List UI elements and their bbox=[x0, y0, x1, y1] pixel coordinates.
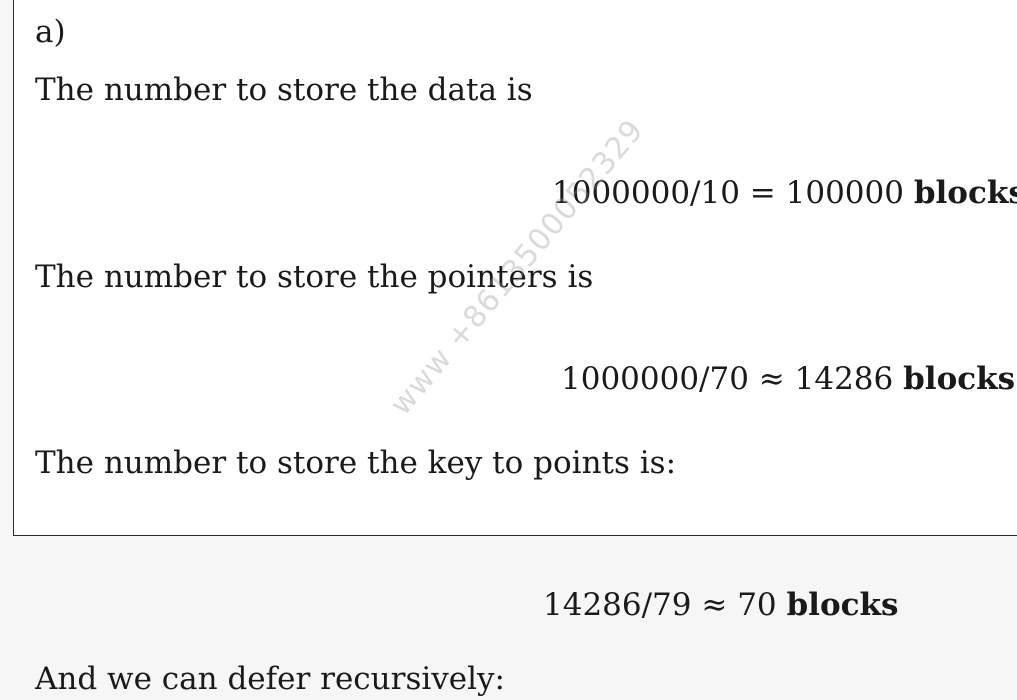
equation-pointers: 1000000/70 ≈ 14286 blocks bbox=[561, 361, 1015, 397]
text-line-recursive: And we can defer recursively: bbox=[35, 661, 505, 697]
document-page: a) The number to store the data is 10000… bbox=[0, 0, 1017, 700]
equation-data-unit: blocks bbox=[913, 175, 1017, 211]
equation-key-expr: 14286/79 ≈ 70 bbox=[543, 587, 777, 623]
part-label: a) bbox=[35, 14, 66, 50]
equation-pointers-unit: blocks bbox=[903, 361, 1016, 397]
text-line-data: The number to store the data is bbox=[35, 72, 533, 108]
text-line-pointers: The number to store the pointers is bbox=[35, 259, 594, 295]
equation-data-expr: 1000000/10 = 100000 bbox=[552, 175, 904, 211]
text-line-key: The number to store the key to points is… bbox=[35, 445, 677, 481]
equation-key-unit: blocks bbox=[786, 587, 899, 623]
equation-data: 1000000/10 = 100000 blocks bbox=[552, 175, 1017, 211]
equation-pointers-expr: 1000000/70 ≈ 14286 bbox=[561, 361, 894, 397]
equation-key: 14286/79 ≈ 70 blocks bbox=[543, 587, 898, 623]
